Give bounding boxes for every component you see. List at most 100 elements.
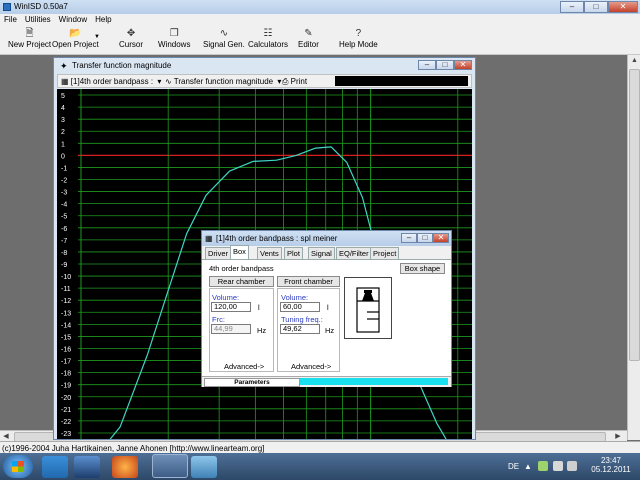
cursor-button[interactable]: ✥ Cursor <box>119 28 143 49</box>
y-tick-label: 5 <box>61 93 65 100</box>
app-taskbar-icon[interactable] <box>191 456 217 478</box>
open-project-label: Open Project <box>52 40 99 49</box>
y-tick-label: -5 <box>61 214 67 221</box>
rear-volume-input[interactable]: 120,00 <box>211 302 251 312</box>
open-project-button[interactable]: 📂 Open Project <box>52 28 99 49</box>
firefox-taskbar-icon[interactable] <box>112 456 138 478</box>
y-tick-label: -17 <box>61 359 71 366</box>
cursor-label: Cursor <box>119 40 144 49</box>
graph-selector[interactable]: ∿ Transfer function magnitude ▾ <box>165 77 281 86</box>
y-tick-label: -23 <box>61 431 71 438</box>
y-tick-label: -14 <box>61 322 71 329</box>
vertical-scroll-thumb[interactable] <box>629 69 640 361</box>
transfer-window-title: Transfer function magnitude <box>72 61 172 70</box>
maximize-icon[interactable]: □ <box>584 1 608 13</box>
minimize-icon[interactable]: – <box>401 233 417 243</box>
language-indicator[interactable]: DE <box>508 462 519 471</box>
toolbar: 🗎 New Project 📂 Open Project ▼ ✥ Cursor … <box>0 26 640 55</box>
front-volume-unit: l <box>327 303 329 312</box>
y-tick-label: -3 <box>61 190 67 197</box>
help-mode-button[interactable]: ? Help Mode <box>339 28 378 49</box>
y-tick-label: -20 <box>61 395 71 402</box>
new-project-button[interactable]: 🗎 New Project <box>8 28 51 49</box>
menu-file[interactable]: File <box>0 14 21 24</box>
front-volume-label: Volume: <box>281 293 309 302</box>
app-title: WinISD 0.50a7 <box>14 2 68 11</box>
rear-volume-label: Volume: <box>212 293 240 302</box>
project-selector[interactable]: ▦ [1]4th order bandpass : ▾ <box>61 77 161 86</box>
menu-window[interactable]: Window <box>55 14 91 24</box>
y-tick-label: -1 <box>61 165 67 172</box>
maximize-icon[interactable]: □ <box>436 60 454 70</box>
vertical-scrollbar[interactable]: ▲ <box>627 55 640 440</box>
y-tick-label: -13 <box>61 310 71 317</box>
tuning-freq-input[interactable]: 49,62 <box>280 324 320 334</box>
tab-vents[interactable]: Vents <box>257 247 282 259</box>
transfer-window-icon: ✦ <box>60 61 68 71</box>
tuning-freq-unit: Hz <box>325 326 335 335</box>
explorer-taskbar-icon[interactable] <box>42 456 68 478</box>
minimize-icon[interactable]: – <box>418 60 436 70</box>
scroll-up-icon[interactable]: ▲ <box>628 55 640 67</box>
bandpass-box-diagram <box>344 277 392 339</box>
tab-signal[interactable]: Signal <box>308 247 335 259</box>
rear-advanced-button[interactable]: Advanced-> <box>224 362 264 371</box>
tab-box[interactable]: Box <box>230 245 249 260</box>
start-button[interactable] <box>3 455 33 478</box>
main-title-bar: WinISD 0.50a7 – □ ✕ <box>0 0 640 15</box>
menu-utilities[interactable]: Utilities <box>21 14 55 24</box>
editor-button[interactable]: ✎ Editor <box>298 28 319 49</box>
close-icon[interactable]: ✕ <box>608 1 638 13</box>
y-tick-label: -7 <box>61 238 67 245</box>
close-icon[interactable]: ✕ <box>433 233 449 243</box>
open-project-dropdown[interactable]: ▼ <box>94 34 100 40</box>
y-tick-label: 2 <box>61 129 65 136</box>
volume-icon[interactable] <box>567 461 577 471</box>
front-volume-input[interactable]: 60,00 <box>280 302 320 312</box>
project-icon: ▦ <box>61 77 69 86</box>
minimize-icon[interactable]: – <box>560 1 584 13</box>
dialog-footer: Parameters <box>202 376 451 387</box>
readout-box <box>335 76 468 86</box>
tab-plot[interactable]: Plot <box>284 247 303 259</box>
network-icon[interactable] <box>553 461 563 471</box>
transfer-toolbar: ▦ [1]4th order bandpass : ▾ ∿ Transfer f… <box>57 74 472 88</box>
tray-chevron-icon[interactable]: ▲ <box>524 462 532 471</box>
dialog-icon: ▦ <box>205 234 213 243</box>
tab-eq-filter[interactable]: EQ/Filter <box>336 247 372 259</box>
menu-help[interactable]: Help <box>91 14 115 24</box>
calculator-icon: ☷ <box>263 28 273 39</box>
folder-icon: 📂 <box>69 28 82 39</box>
y-tick-label: -8 <box>61 250 67 257</box>
y-tick-label: 3 <box>61 117 65 124</box>
graph-select-value: Transfer function magnitude <box>173 77 274 86</box>
calculators-label: Calculators <box>248 40 289 49</box>
tab-project[interactable]: Project <box>370 247 400 259</box>
clock[interactable]: 23:47 05.12.2011 <box>586 456 636 474</box>
taskbar: DE ▲ 23:47 05.12.2011 <box>0 453 640 480</box>
dialog-title: [1]4th order bandpass : spl meiner <box>216 234 338 243</box>
parameters-tab[interactable]: Parameters <box>204 378 300 387</box>
calculators-button[interactable]: ☷ Calculators <box>248 28 288 49</box>
y-tick-label: -10 <box>61 274 71 281</box>
help-mode-label: Help Mode <box>339 40 378 49</box>
y-tick-label: -18 <box>61 371 71 378</box>
clock-date: 05.12.2011 <box>591 465 631 474</box>
winisd-taskbar-icon[interactable] <box>152 454 188 478</box>
windows-button[interactable]: ❐ Windows <box>158 28 190 49</box>
box-shape-button[interactable]: Box shape <box>400 263 445 274</box>
windows-icon: ❐ <box>169 28 179 39</box>
tray-app-icon[interactable] <box>538 461 548 471</box>
media-player-taskbar-icon[interactable] <box>74 456 100 478</box>
main-window-buttons: – □ ✕ <box>560 1 638 13</box>
y-tick-label: -11 <box>61 286 71 293</box>
cursor-icon: ✥ <box>126 28 136 39</box>
front-advanced-button[interactable]: Advanced-> <box>291 362 331 371</box>
editor-label: Editor <box>298 40 319 49</box>
maximize-icon[interactable]: □ <box>417 233 433 243</box>
print-button[interactable]: ⎙ Print <box>282 77 307 87</box>
tab-driver[interactable]: Driver <box>205 247 231 259</box>
signal-gen-button[interactable]: ∿ Signal Gen. <box>203 28 245 49</box>
close-icon[interactable]: ✕ <box>454 60 472 70</box>
y-tick-label: -19 <box>61 383 71 390</box>
